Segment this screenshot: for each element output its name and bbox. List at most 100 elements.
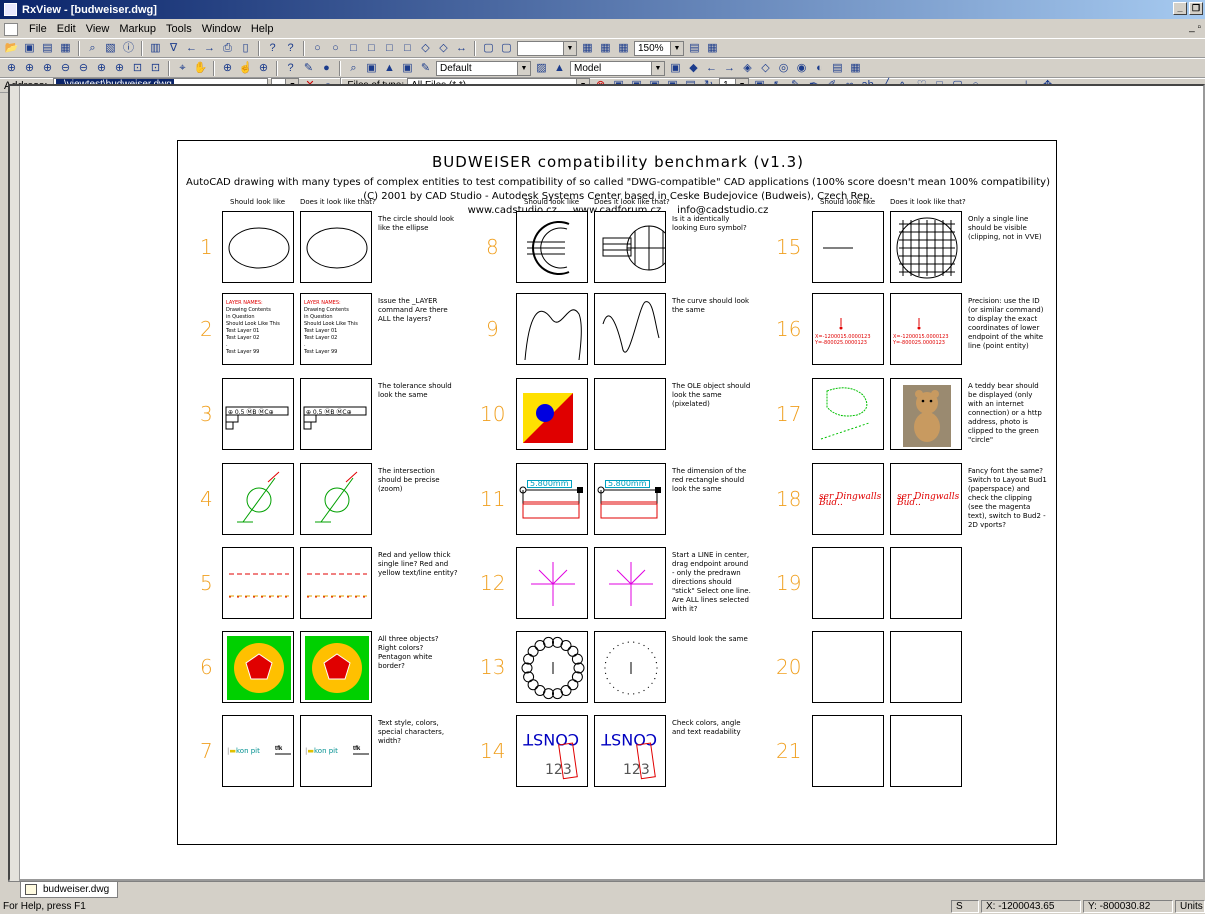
test-note: Only a single line should be visible (cl… bbox=[968, 215, 1042, 241]
zoom-icon[interactable]: ⊕ bbox=[220, 61, 235, 76]
render-cell bbox=[890, 378, 962, 450]
zoom-icon[interactable]: ⊕ bbox=[256, 61, 271, 76]
tool-icon[interactable]: ▨ bbox=[534, 61, 549, 76]
svg-text:123: 123 bbox=[545, 762, 572, 778]
page-icon[interactable]: ▢ bbox=[499, 41, 514, 56]
tool-icon[interactable]: ○ bbox=[310, 41, 325, 56]
menu-help[interactable]: Help bbox=[246, 23, 279, 35]
properties-icon[interactable]: ▥ bbox=[148, 41, 163, 56]
render-cell: ser Dingwalls Bud.. bbox=[890, 463, 962, 535]
tool-icon[interactable]: □ bbox=[346, 41, 361, 56]
tool-icon[interactable]: ▲ bbox=[382, 61, 397, 76]
tool-icon[interactable]: ◈ bbox=[740, 61, 755, 76]
grid-icon[interactable]: ▦ bbox=[616, 41, 631, 56]
preview-icon[interactable]: ▯ bbox=[238, 41, 253, 56]
measure-icon[interactable]: ⌖ bbox=[175, 61, 190, 76]
tool-icon[interactable]: ▣ bbox=[400, 61, 415, 76]
tool-icon[interactable]: ✎ bbox=[418, 61, 433, 76]
render-cell bbox=[300, 631, 372, 703]
grid-icon[interactable]: ▦ bbox=[580, 41, 595, 56]
tool-icon[interactable]: ? bbox=[283, 61, 298, 76]
filter-icon[interactable]: ∇ bbox=[166, 41, 181, 56]
zoom-out-icon[interactable]: ⊖ bbox=[76, 61, 91, 76]
forward-icon[interactable]: → bbox=[722, 61, 737, 76]
zoom-icon[interactable]: ⊕ bbox=[22, 61, 37, 76]
render-cell bbox=[594, 631, 666, 703]
tool-icon[interactable]: ◆ bbox=[686, 61, 701, 76]
find-icon[interactable]: ⌕ bbox=[346, 61, 361, 76]
drawing-canvas[interactable]: BUDWEISER compatibility benchmark (v1.3)… bbox=[8, 84, 1205, 883]
zoom-icon[interactable]: ⊕ bbox=[40, 61, 55, 76]
tool-icon[interactable]: ◉ bbox=[794, 61, 809, 76]
zoom-icon[interactable]: ⊕ bbox=[112, 61, 127, 76]
render-cell: X=-1200015.0000123 Y=-800025.0000123 bbox=[890, 293, 962, 365]
zoom-window-icon[interactable]: ⊡ bbox=[130, 61, 145, 76]
zoom-icon[interactable]: ⊕ bbox=[94, 61, 109, 76]
zoom-combo[interactable]: 150% ▼ bbox=[634, 40, 684, 56]
space-combo[interactable]: Model ▼ bbox=[570, 60, 665, 76]
menu-tools[interactable]: Tools bbox=[161, 23, 197, 35]
pan-icon[interactable]: ✋ bbox=[193, 61, 208, 76]
pen-icon[interactable]: ✎ bbox=[301, 61, 316, 76]
tool-icon[interactable]: ▤ bbox=[830, 61, 845, 76]
page-icon[interactable]: ▢ bbox=[481, 41, 496, 56]
tool-icon[interactable]: ◎ bbox=[776, 61, 791, 76]
test-note: Precision: use the ID (or similar comman… bbox=[968, 297, 1044, 350]
zoom-extents-icon[interactable]: ⊡ bbox=[148, 61, 163, 76]
tool-icon[interactable]: ▤ bbox=[687, 41, 702, 56]
tool-icon[interactable]: ◇ bbox=[758, 61, 773, 76]
tool-icon[interactable]: ○ bbox=[328, 41, 343, 56]
menu-window[interactable]: Window bbox=[197, 23, 246, 35]
hand-icon[interactable]: ☝ bbox=[238, 61, 253, 76]
whats-this-icon[interactable]: ? bbox=[265, 41, 280, 56]
layers-icon[interactable]: ▧ bbox=[103, 41, 118, 56]
tool-icon[interactable]: ▣ bbox=[364, 61, 379, 76]
page-combo[interactable]: ▼ bbox=[517, 40, 577, 56]
test-number: 18 bbox=[776, 487, 802, 511]
back-icon[interactable]: ← bbox=[184, 41, 199, 56]
print-icon[interactable]: ⎙ bbox=[220, 41, 235, 56]
menu-view[interactable]: View bbox=[81, 23, 115, 35]
view-toolbar: ⊕ ⊕ ⊕ ⊖ ⊖ ⊕ ⊕ ⊡ ⊡ ⌖ ✋ ⊕ ☝ ⊕ ? ✎ ● ⌕ ▣ ▲ … bbox=[0, 58, 1205, 78]
minimize-button[interactable]: _ bbox=[1173, 2, 1187, 15]
tool-icon[interactable]: ◐ bbox=[812, 61, 827, 76]
color-icon[interactable]: ● bbox=[319, 61, 334, 76]
tool-icon[interactable]: ▣ bbox=[668, 61, 683, 76]
layer-combo[interactable]: Default ▼ bbox=[436, 60, 531, 76]
render-cell: LAYER NAMES: Drawing Contents in Question S… bbox=[300, 293, 372, 365]
folder-icon[interactable]: ▤ bbox=[40, 41, 55, 56]
grid-icon[interactable]: ▦ bbox=[598, 41, 613, 56]
open-icon[interactable]: 📂 bbox=[4, 41, 19, 56]
test-note: Is it a identically looking Euro symbol? bbox=[672, 215, 747, 232]
tool-icon[interactable]: □ bbox=[400, 41, 415, 56]
tool-icon[interactable]: ◇ bbox=[436, 41, 451, 56]
back-icon[interactable]: ← bbox=[704, 61, 719, 76]
menu-file[interactable]: File bbox=[24, 23, 52, 35]
save-icon[interactable]: ▣ bbox=[22, 41, 37, 56]
menu-markup[interactable]: Markup bbox=[114, 23, 161, 35]
tool-icon[interactable]: ▦ bbox=[705, 41, 720, 56]
restore-button[interactable]: ❐ bbox=[1189, 2, 1203, 15]
forward-icon[interactable]: → bbox=[202, 41, 217, 56]
tool-icon[interactable]: ◇ bbox=[418, 41, 433, 56]
zoom-in-icon[interactable]: ⊕ bbox=[4, 61, 19, 76]
find-icon[interactable]: ⌕ bbox=[85, 41, 100, 56]
vertical-scrollbar[interactable] bbox=[10, 86, 20, 883]
tool-icon[interactable]: □ bbox=[364, 41, 379, 56]
svg-text:ᵗᶠᵏ: ᵗᶠᵏ bbox=[275, 744, 283, 754]
tool-icon[interactable]: ▦ bbox=[848, 61, 863, 76]
file-icon[interactable]: ▦ bbox=[58, 41, 73, 56]
tool-icon[interactable]: ↔ bbox=[454, 41, 469, 56]
reference-cell: ser Dingwalls Bud.. bbox=[812, 463, 884, 535]
tool-icon[interactable]: □ bbox=[382, 41, 397, 56]
document-icon[interactable] bbox=[4, 22, 18, 36]
status-units: Units bbox=[1175, 900, 1205, 913]
test-number: 1 bbox=[200, 235, 213, 259]
zoom-out-icon[interactable]: ⊖ bbox=[58, 61, 73, 76]
mdi-controls[interactable]: _ ▫ bbox=[1189, 22, 1201, 33]
menu-edit[interactable]: Edit bbox=[52, 23, 81, 35]
tab-budweiser[interactable]: budweiser.dwg bbox=[20, 882, 119, 898]
tool-icon[interactable]: ▲ bbox=[552, 61, 567, 76]
help-icon[interactable]: ? bbox=[283, 41, 298, 56]
info-icon[interactable]: ⓘ bbox=[121, 41, 136, 56]
